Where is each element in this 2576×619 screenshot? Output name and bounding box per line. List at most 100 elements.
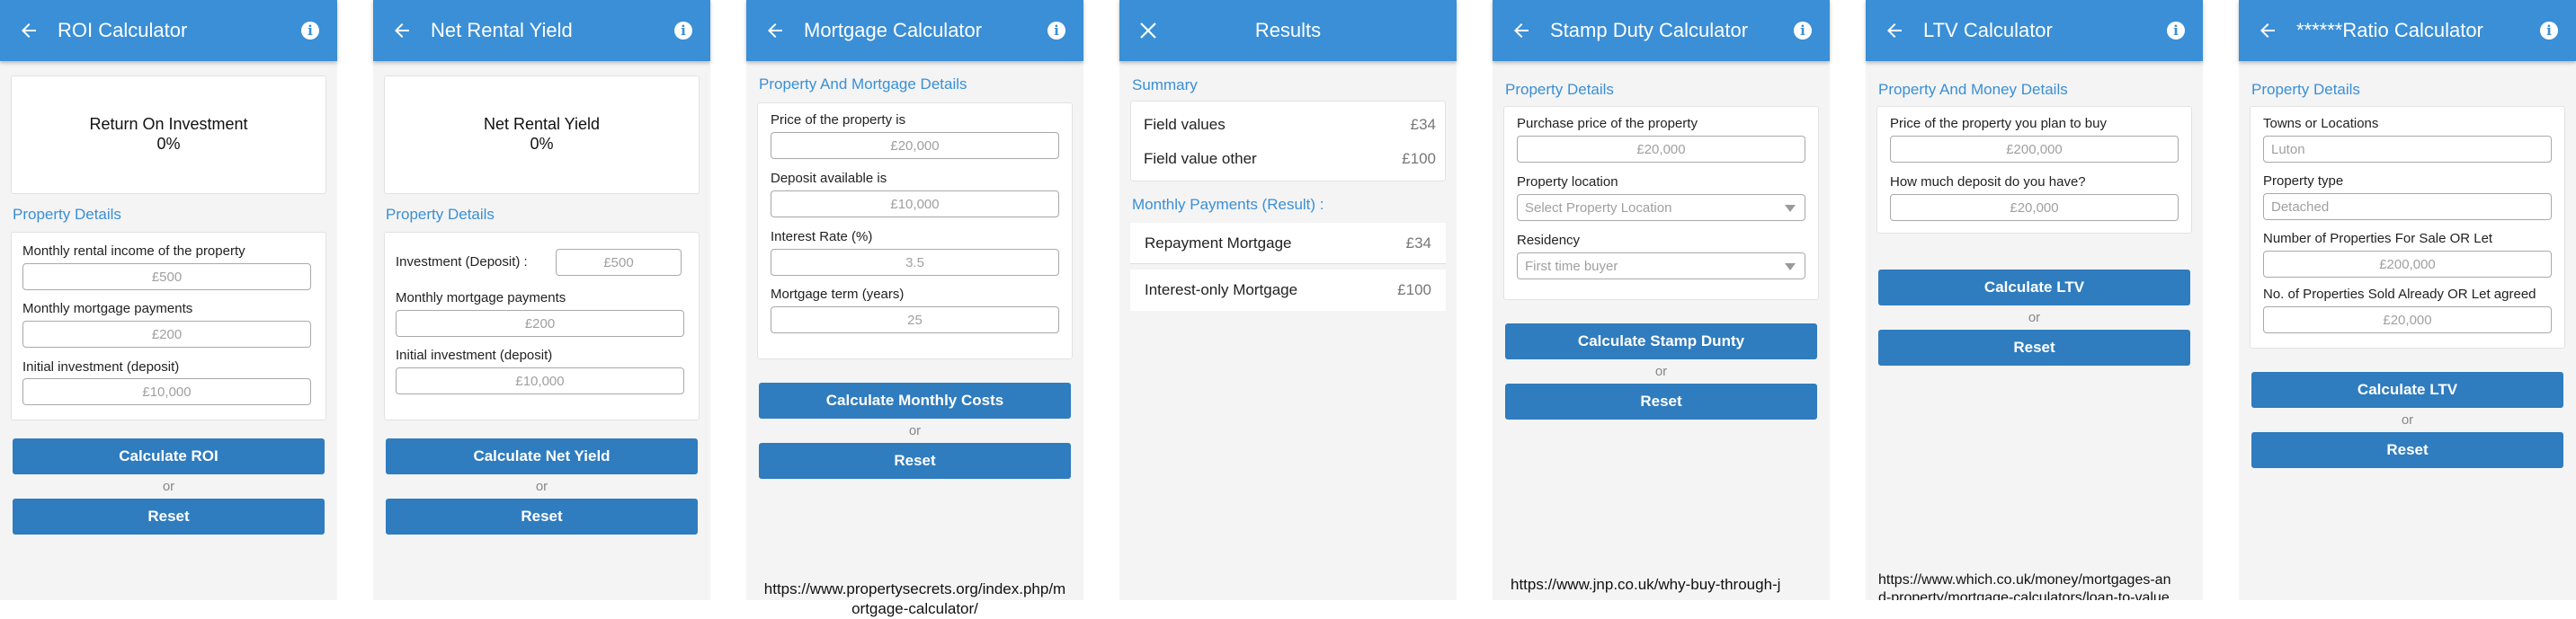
field-label: Interest Rate (%) bbox=[771, 229, 873, 244]
source-url[interactable]: https://www.jnp.co.uk/why-buy-through-j bbox=[1511, 575, 1780, 595]
result-value: 0% bbox=[156, 135, 181, 153]
field-label: Price of the property is bbox=[771, 112, 906, 128]
back-arrow-icon[interactable] bbox=[1866, 0, 1923, 61]
source-url-line: d-property/mortgage-calculators/loan-to-… bbox=[1878, 590, 2170, 600]
calculate-ltv-button[interactable]: Calculate LTV bbox=[2251, 372, 2563, 408]
purchase-price-input[interactable]: £20,000 bbox=[1517, 136, 1805, 163]
form-card: Purchase price of the property £20,000 P… bbox=[1503, 106, 1819, 300]
section-title: Property And Money Details bbox=[1878, 81, 2068, 98]
or-divider: or bbox=[1654, 364, 1668, 379]
field-label: Monthly mortgage payments bbox=[396, 290, 566, 305]
initial-investment-input[interactable]: £10,000 bbox=[22, 378, 311, 405]
source-url-line: https://www.propertysecrets.org/index.ph… bbox=[763, 580, 1066, 597]
mortgage-payments-input[interactable]: £200 bbox=[396, 310, 684, 337]
app-bar: Results bbox=[1119, 0, 1457, 61]
app-bar: ******Ratio Calculator i bbox=[2239, 0, 2576, 61]
app-bar: Mortgage Calculator i bbox=[746, 0, 1083, 61]
property-price-input[interactable]: £200,000 bbox=[1890, 136, 2179, 163]
reset-button[interactable]: Reset bbox=[1505, 384, 1817, 420]
app-bar: ROI Calculator i bbox=[0, 0, 337, 61]
field-label: Mortgage term (years) bbox=[771, 287, 905, 302]
result-label: Repayment Mortgage bbox=[1145, 234, 1292, 252]
reset-button[interactable]: Reset bbox=[386, 499, 698, 535]
back-arrow-icon[interactable] bbox=[1493, 0, 1550, 61]
field-label: Property type bbox=[2263, 173, 2344, 189]
page-title: LTV Calculator bbox=[1923, 19, 2053, 41]
select-value: First time buyer bbox=[1525, 258, 1618, 274]
field-label: Monthly mortgage payments bbox=[22, 301, 193, 316]
field-label: Price of the property you plan to buy bbox=[1890, 116, 2107, 131]
back-arrow-icon[interactable] bbox=[0, 0, 58, 61]
or-divider: or bbox=[908, 423, 922, 438]
summary-label: Field values bbox=[1144, 116, 1226, 133]
towns-locations-input[interactable]: Luton bbox=[2263, 136, 2552, 163]
property-price-input[interactable]: £20,000 bbox=[771, 132, 1059, 159]
section-title: Property Details bbox=[1505, 81, 1614, 98]
field-label: Property location bbox=[1517, 174, 1618, 190]
property-type-input[interactable]: Detached bbox=[2263, 193, 2552, 220]
reset-button[interactable]: Reset bbox=[2251, 432, 2563, 468]
back-arrow-icon[interactable] bbox=[373, 0, 431, 61]
reset-button[interactable]: Reset bbox=[1878, 330, 2190, 366]
app-bar: LTV Calculator i bbox=[1866, 0, 2203, 61]
result-label: Interest-only Mortgage bbox=[1145, 281, 1298, 298]
page-title: ******Ratio Calculator bbox=[2296, 19, 2483, 41]
info-icon[interactable]: i bbox=[283, 0, 337, 61]
or-divider: or bbox=[162, 479, 175, 494]
mortgage-term-input[interactable]: 25 bbox=[771, 306, 1059, 333]
investment-deposit-input[interactable]: £500 bbox=[556, 249, 682, 276]
info-icon[interactable]: i bbox=[2522, 0, 2576, 61]
summary-title: Summary bbox=[1132, 76, 1198, 93]
properties-sold-input[interactable]: £20,000 bbox=[2263, 306, 2552, 333]
rental-income-input[interactable]: £500 bbox=[22, 263, 311, 290]
summary-label: Field value other bbox=[1144, 150, 1257, 167]
result-label: Return On Investment bbox=[89, 115, 248, 133]
mortgage-payments-input[interactable]: £200 bbox=[22, 321, 311, 348]
property-location-select[interactable]: Select Property Location bbox=[1517, 194, 1805, 221]
field-label: Monthly rental income of the property bbox=[22, 243, 245, 259]
residency-select[interactable]: First time buyer bbox=[1517, 252, 1805, 279]
calculate-stamp-duty-button[interactable]: Calculate Stamp Dunty bbox=[1505, 323, 1817, 359]
result-value: £34 bbox=[1405, 234, 1431, 252]
calculate-monthly-costs-button[interactable]: Calculate Monthly Costs bbox=[759, 383, 1071, 419]
page-title: Stamp Duty Calculator bbox=[1550, 19, 1749, 41]
page-title: Results bbox=[1254, 19, 1322, 41]
info-icon[interactable]: i bbox=[1776, 0, 1830, 61]
app-bar: Stamp Duty Calculator i bbox=[1493, 0, 1830, 61]
close-icon[interactable] bbox=[1119, 0, 1177, 61]
field-label: How much deposit do you have? bbox=[1890, 174, 2086, 190]
info-icon[interactable]: i bbox=[656, 0, 710, 61]
source-url[interactable]: https://www.which.co.uk/money/mortgages-… bbox=[1878, 571, 2200, 600]
or-divider: or bbox=[2401, 412, 2414, 428]
properties-for-sale-input[interactable]: £200,000 bbox=[2263, 251, 2552, 278]
form-card: Monthly rental income of the property £5… bbox=[11, 232, 326, 420]
calculate-net-yield-button[interactable]: Calculate Net Yield bbox=[386, 438, 698, 474]
info-icon[interactable]: i bbox=[2149, 0, 2203, 61]
source-url[interactable]: https://www.propertysecrets.org/index.ph… bbox=[748, 579, 1082, 619]
or-divider: or bbox=[535, 479, 548, 494]
page-title: Net Rental Yield bbox=[431, 19, 573, 41]
field-label: Residency bbox=[1517, 233, 1581, 248]
back-arrow-icon[interactable] bbox=[2239, 0, 2296, 61]
chevron-down-icon bbox=[1785, 205, 1796, 212]
back-arrow-icon[interactable] bbox=[746, 0, 804, 61]
reset-button[interactable]: Reset bbox=[13, 499, 325, 535]
interest-rate-input[interactable]: 3.5 bbox=[771, 249, 1059, 276]
section-title: Property Details bbox=[2251, 81, 2360, 98]
result-value: £100 bbox=[1397, 281, 1431, 298]
reset-button[interactable]: Reset bbox=[759, 443, 1071, 479]
result-value: 0% bbox=[530, 135, 554, 153]
form-card: Investment (Deposit) : £500 Monthly mort… bbox=[384, 232, 700, 420]
result-label: Net Rental Yield bbox=[483, 115, 601, 133]
info-icon[interactable]: i bbox=[1030, 0, 1083, 61]
calculate-ltv-button[interactable]: Calculate LTV bbox=[1878, 270, 2190, 305]
deposit-input[interactable]: £10,000 bbox=[771, 190, 1059, 217]
results-screen: Results Summary Field values £34 Field v… bbox=[1119, 0, 1457, 600]
initial-investment-input[interactable]: £10,000 bbox=[396, 367, 684, 394]
or-divider: or bbox=[2028, 310, 2041, 325]
summary-value: £34 bbox=[1410, 116, 1436, 133]
field-label: Number of Properties For Sale OR Let bbox=[2263, 231, 2493, 246]
mortgage-calculator-screen: Mortgage Calculator i Property And Mortg… bbox=[746, 0, 1083, 617]
calculate-roi-button[interactable]: Calculate ROI bbox=[13, 438, 325, 474]
deposit-input[interactable]: £20,000 bbox=[1890, 194, 2179, 221]
